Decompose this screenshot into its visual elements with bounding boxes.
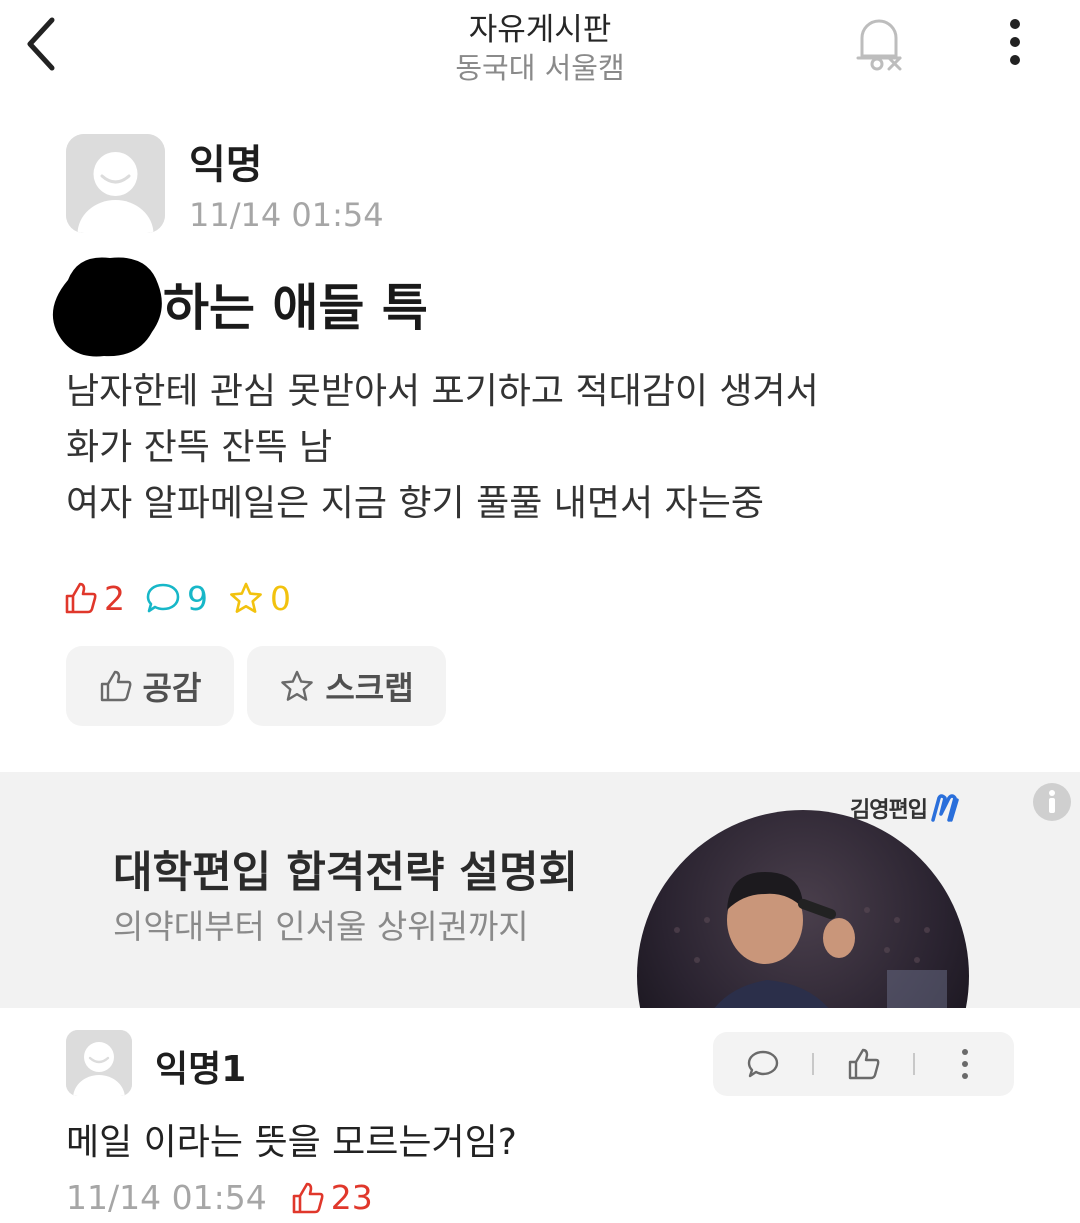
thumbs-up-icon [65,582,97,614]
comment-like-count: 23 [291,1178,373,1217]
brand-mark-icon [931,794,959,822]
post-title: 하는 애들 특 [163,279,428,337]
post-stats: 2 9 0 [64,578,311,618]
speech-bubble-icon [146,583,180,613]
more-options-button[interactable] [995,16,1035,68]
comment-time: 11/14 01:54 [66,1178,267,1217]
post-body: 남자한테 관심 못받아서 포기하고 적대감이 생겨서 화가 잔뜩 잔뜩 남 여자… [66,364,819,532]
scrap-button[interactable]: 스크랩 [247,646,446,726]
comment-more-button[interactable] [915,1032,1014,1096]
comment-count-value: 9 [187,578,208,618]
comment-meta: 11/14 01:54 23 [66,1178,373,1217]
scrap-button-label: 스크랩 [325,669,414,707]
ad-banner[interactable]: 대학편입 합격전략 설명회 의약대부터 인서울 상위권까지 김영편입 [0,772,1080,1008]
speaker-photo [637,810,969,1008]
ad-photo [637,810,969,1008]
more-vertical-icon [1010,19,1020,65]
scrap-count-value: 0 [270,578,291,618]
default-avatar-icon [66,134,165,233]
post-body-line: 남자한테 관심 못받아서 포기하고 적대감이 생겨서 [66,371,819,412]
comment-like-button[interactable] [814,1032,913,1096]
comment-like-value: 23 [330,1178,373,1217]
speech-bubble-icon [747,1050,778,1078]
comment-count: 9 [145,579,208,618]
ad-title: 대학편입 합격전략 설명회 [113,848,579,898]
more-vertical-icon [961,1049,968,1079]
star-icon [230,582,262,613]
author-name: 익명 [189,142,263,188]
redaction-mark [52,257,162,357]
post-body-line: 여자 알파메일은 지금 향기 풀풀 내면서 자는중 [66,483,764,524]
like-count: 2 [64,579,125,618]
comment-body: 메일 이라는 뜻을 모르는거임? [66,1122,517,1163]
post-body-line: 화가 잔뜩 잔뜩 남 [66,427,333,468]
default-avatar-icon [66,1030,132,1096]
info-icon [1033,783,1071,821]
like-count-value: 2 [104,578,125,618]
star-icon [281,670,314,701]
comment-avatar [66,1030,132,1096]
thumbs-up-icon [848,1048,879,1080]
ad-info-button[interactable] [1032,782,1072,822]
like-button[interactable]: 공감 [66,646,234,726]
ad-subtitle: 의약대부터 인서울 상위권까지 [113,907,529,946]
school-name: 동국대 서울캠 [455,51,625,85]
ad-brand-logo: 김영편입 [850,792,963,824]
comment-actions [713,1032,1014,1096]
post-time: 11/14 01:54 [189,196,384,234]
scrap-count: 0 [228,579,291,618]
thumbs-up-icon [100,670,131,702]
thumbs-up-icon [292,1182,324,1213]
screen: 자유게시판 동국대 서울캠 익명 11/14 01:54 하는 애들 특 남자한… [0,0,1080,1223]
comment-author: 익명1 [155,1049,247,1090]
like-button-label: 공감 [142,669,202,707]
comment-reply-button[interactable] [713,1032,812,1096]
bell-off-icon [856,19,902,71]
board-title: 자유게시판 [468,12,612,48]
ad-brand-name: 김영편입 [850,798,928,823]
author-avatar [66,134,165,233]
notification-button[interactable] [848,12,910,74]
